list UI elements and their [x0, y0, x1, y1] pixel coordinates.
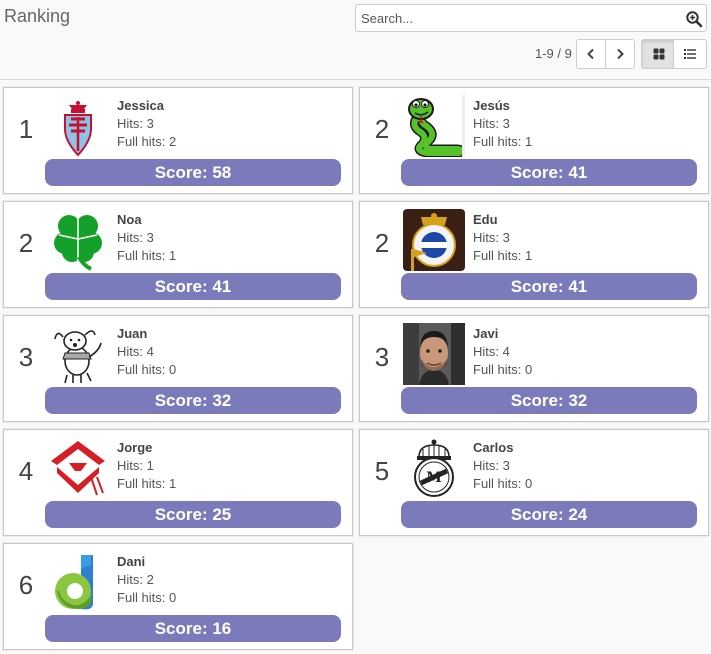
score-bar: Score: 41	[45, 273, 341, 300]
full-hits-count: Full hits: 0	[473, 476, 533, 491]
rank-number: 3	[18, 342, 34, 372]
score-bar: Score: 41	[401, 273, 697, 300]
ranking-card[interactable]: 1 Jessica Hits: 3 Full hits: 2 Score: 58	[3, 87, 353, 194]
hits-count: Hits: 3	[117, 230, 154, 245]
rank-number: 4	[18, 456, 34, 486]
celta-crest-icon	[47, 95, 109, 157]
ranking-card[interactable]: 3 Javi Hits: 4 Full hits: 0 Score: 32	[359, 315, 709, 422]
ranking-card[interactable]: 2 Edu Hits: 3 Full hits: 1 Score: 41	[359, 201, 709, 308]
rank-number: 2	[374, 228, 390, 258]
player-name: Edu	[473, 212, 498, 227]
person-photo-icon	[403, 323, 465, 385]
score-bar: Score: 41	[401, 159, 697, 186]
full-hits-count: Full hits: 0	[117, 362, 177, 377]
snake-icon	[403, 95, 465, 157]
rank-number: 1	[18, 114, 34, 144]
rank-number: 3	[374, 342, 390, 372]
search-input[interactable]	[356, 5, 676, 31]
ranking-card[interactable]: 6 Dani Hits: 2 Full hits: 0 Score: 16	[3, 543, 353, 650]
full-hits-count: Full hits: 0	[473, 362, 533, 377]
previous-page-button[interactable]	[576, 39, 606, 69]
player-name: Dani	[117, 554, 146, 569]
next-page-button[interactable]	[605, 39, 635, 69]
ranking-card[interactable]: 4 Jorge Hits: 1 Full hits: 1 Score: 25	[3, 429, 353, 536]
ranking-card[interactable]: 2 Noa Hits: 3 Full hits: 1 Score: 41	[3, 201, 353, 308]
hits-count: Hits: 2	[117, 572, 154, 587]
hits-count: Hits: 3	[473, 458, 510, 473]
clover-icon	[47, 209, 109, 271]
search-box	[355, 4, 707, 32]
real-madrid-crest-icon: M	[403, 437, 465, 499]
full-hits-count: Full hits: 1	[117, 248, 177, 263]
full-hits-count: Full hits: 1	[117, 476, 177, 491]
red-logo-icon	[47, 437, 109, 499]
full-hits-count: Full hits: 2	[117, 134, 177, 149]
hits-count: Hits: 1	[117, 458, 154, 473]
rank-number: 5	[374, 456, 390, 486]
list-icon	[684, 49, 696, 59]
score-bar: Score: 24	[401, 501, 697, 528]
hits-count: Hits: 3	[473, 116, 510, 131]
letter-d-logo-icon	[47, 551, 109, 613]
player-name: Jessica	[117, 98, 164, 113]
toolbar: Ranking 1-9 / 9	[0, 0, 711, 80]
rank-number: 2	[18, 228, 34, 258]
page-title: Ranking	[4, 6, 71, 26]
player-name: Jesús	[473, 98, 510, 113]
player-name: Javi	[473, 326, 499, 341]
rank-number: 6	[18, 570, 34, 600]
dog-icon	[47, 323, 109, 385]
deportivo-crest-icon	[403, 209, 465, 271]
player-name: Jorge	[117, 440, 153, 455]
rank-number: 2	[374, 114, 390, 144]
score-bar: Score: 25	[45, 501, 341, 528]
hits-count: Hits: 3	[117, 116, 154, 131]
list-view-button[interactable]	[673, 39, 707, 69]
pagination-info: 1-9 / 9	[535, 46, 572, 61]
score-bar: Score: 32	[401, 387, 697, 414]
svg-text:M: M	[426, 470, 442, 486]
ranking-card[interactable]: 5 M Carlos Hits: 3 Full hits: 0 Score: 2…	[359, 429, 709, 536]
chevron-left-icon	[587, 48, 594, 60]
score-bar: Score: 16	[45, 615, 341, 642]
full-hits-count: Full hits: 0	[117, 590, 177, 605]
score-bar: Score: 32	[45, 387, 341, 414]
hits-count: Hits: 4	[473, 344, 510, 359]
full-hits-count: Full hits: 1	[473, 248, 533, 263]
full-hits-count: Full hits: 1	[473, 134, 533, 149]
hits-count: Hits: 4	[117, 344, 154, 359]
ranking-card[interactable]: 3 Juan Hits: 4 Full hits: 0 Score: 32	[3, 315, 353, 422]
hits-count: Hits: 3	[473, 230, 510, 245]
score-bar: Score: 58	[45, 159, 341, 186]
search-icon[interactable]	[685, 10, 703, 28]
grid-icon	[653, 48, 664, 60]
player-name: Juan	[117, 326, 148, 341]
ranking-card[interactable]: 2 Jesús Hits: 3 Full hits: 1 Score: 41	[359, 87, 709, 194]
player-name: Noa	[117, 212, 142, 227]
grid-view-button[interactable]	[641, 39, 676, 69]
chevron-right-icon	[617, 48, 624, 60]
player-name: Carlos	[473, 440, 514, 455]
